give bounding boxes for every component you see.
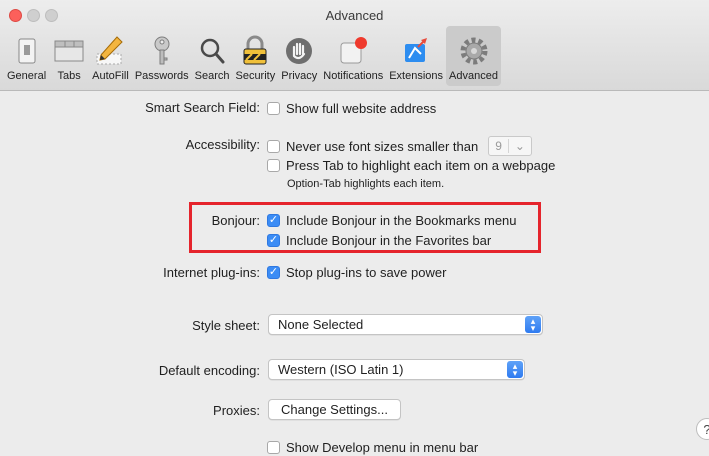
min-font-size-checkbox[interactable] [267,139,280,153]
preferences-toolbar: General Tabs AutoFill Passwords Search S… [4,26,501,86]
tab-notifications-label: Notifications [323,70,384,82]
hand-icon [286,38,313,64]
show-full-address-label: Show full website address [286,101,437,116]
tab-security-label: Security [235,70,276,82]
change-settings-button[interactable]: Change Settings... [268,399,401,420]
tab-passwords-label: Passwords [134,70,189,82]
window-title: Advanced [325,8,384,23]
tab-privacy[interactable]: Privacy [278,26,320,86]
smart-search-row: Show full website address [267,101,436,116]
internet-plugins-label: Internet plug-ins: [163,265,260,280]
updown-arrows-icon: ▴ ▾ [525,316,541,333]
stop-plugins-row: Stop plug-ins to save power [267,265,446,280]
puzzle-icon [405,38,428,62]
min-font-size-label: Never use font sizes smaller than [286,138,479,154]
bonjour-highlight-box [189,202,541,253]
magnifier-icon [200,38,225,64]
tab-extensions-label: Extensions [389,70,444,82]
tab-extensions[interactable]: Extensions [386,26,446,86]
tab-tabs[interactable]: Tabs [49,26,89,86]
accessibility-label: Accessibility: [185,137,260,152]
tab-search[interactable]: Search [192,26,233,86]
default-encoding-label: Default encoding: [158,363,260,378]
develop-menu-checkbox[interactable] [267,441,280,454]
chevron-down-icon: ⌄ [507,139,531,153]
key-icon [154,36,170,65]
tab-autofill-label: AutoFill [92,70,129,82]
tab-autofill[interactable]: AutoFill [89,26,132,86]
tab-search-label: Search [194,70,230,82]
option-tab-note: Option-Tab highlights each item. [287,178,445,190]
proxies-label: Proxies: [213,403,260,418]
lock-icon [243,35,267,65]
default-encoding-popup[interactable]: Western (ISO Latin 1) ▴ ▾ [268,359,525,380]
min-font-size-value: 9 [495,139,502,153]
tab-passwords[interactable]: Passwords [132,26,192,86]
style-sheet-value: None Selected [278,317,364,332]
tab-general[interactable]: General [4,26,49,86]
style-sheet-popup[interactable]: None Selected ▴ ▾ [268,314,543,335]
press-tab-checkbox[interactable] [267,159,280,172]
updown-arrows-icon: ▴ ▾ [507,361,523,378]
pencil-icon [96,36,124,65]
show-full-address-checkbox[interactable] [267,102,280,115]
tab-notifications[interactable]: Notifications [320,26,386,86]
develop-menu-row: Show Develop menu in menu bar [267,440,478,455]
min-font-size-select[interactable]: 9 ⌄ [488,136,532,156]
gear-icon [460,37,487,65]
stop-plugins-label: Stop plug-ins to save power [286,265,447,280]
stop-plugins-checkbox[interactable] [267,266,280,279]
window-titlebar: Advanced General Tabs AutoFill Passwords… [0,0,709,91]
advanced-settings-pane: Smart Search Field: Show full website ad… [0,91,709,456]
tab-tabs-label: Tabs [57,70,81,82]
press-tab-row: Press Tab to highlight each item on a we… [267,158,555,173]
min-font-size-row: Never use font sizes smaller than 9 ⌄ [267,136,532,156]
smart-search-label: Smart Search Field: [145,100,260,115]
tab-advanced[interactable]: Advanced [446,26,501,86]
tabs-icon [54,40,84,62]
general-switch-icon [18,38,36,64]
develop-menu-label: Show Develop menu in menu bar [286,440,479,455]
tab-privacy-label: Privacy [281,70,318,82]
tab-general-label: General [7,70,47,82]
notification-icon [340,37,368,64]
tab-advanced-label: Advanced [449,70,498,82]
press-tab-label: Press Tab to highlight each item on a we… [286,158,556,173]
style-sheet-label: Style sheet: [192,318,260,333]
tab-security[interactable]: Security [232,26,278,86]
default-encoding-value: Western (ISO Latin 1) [278,362,404,377]
